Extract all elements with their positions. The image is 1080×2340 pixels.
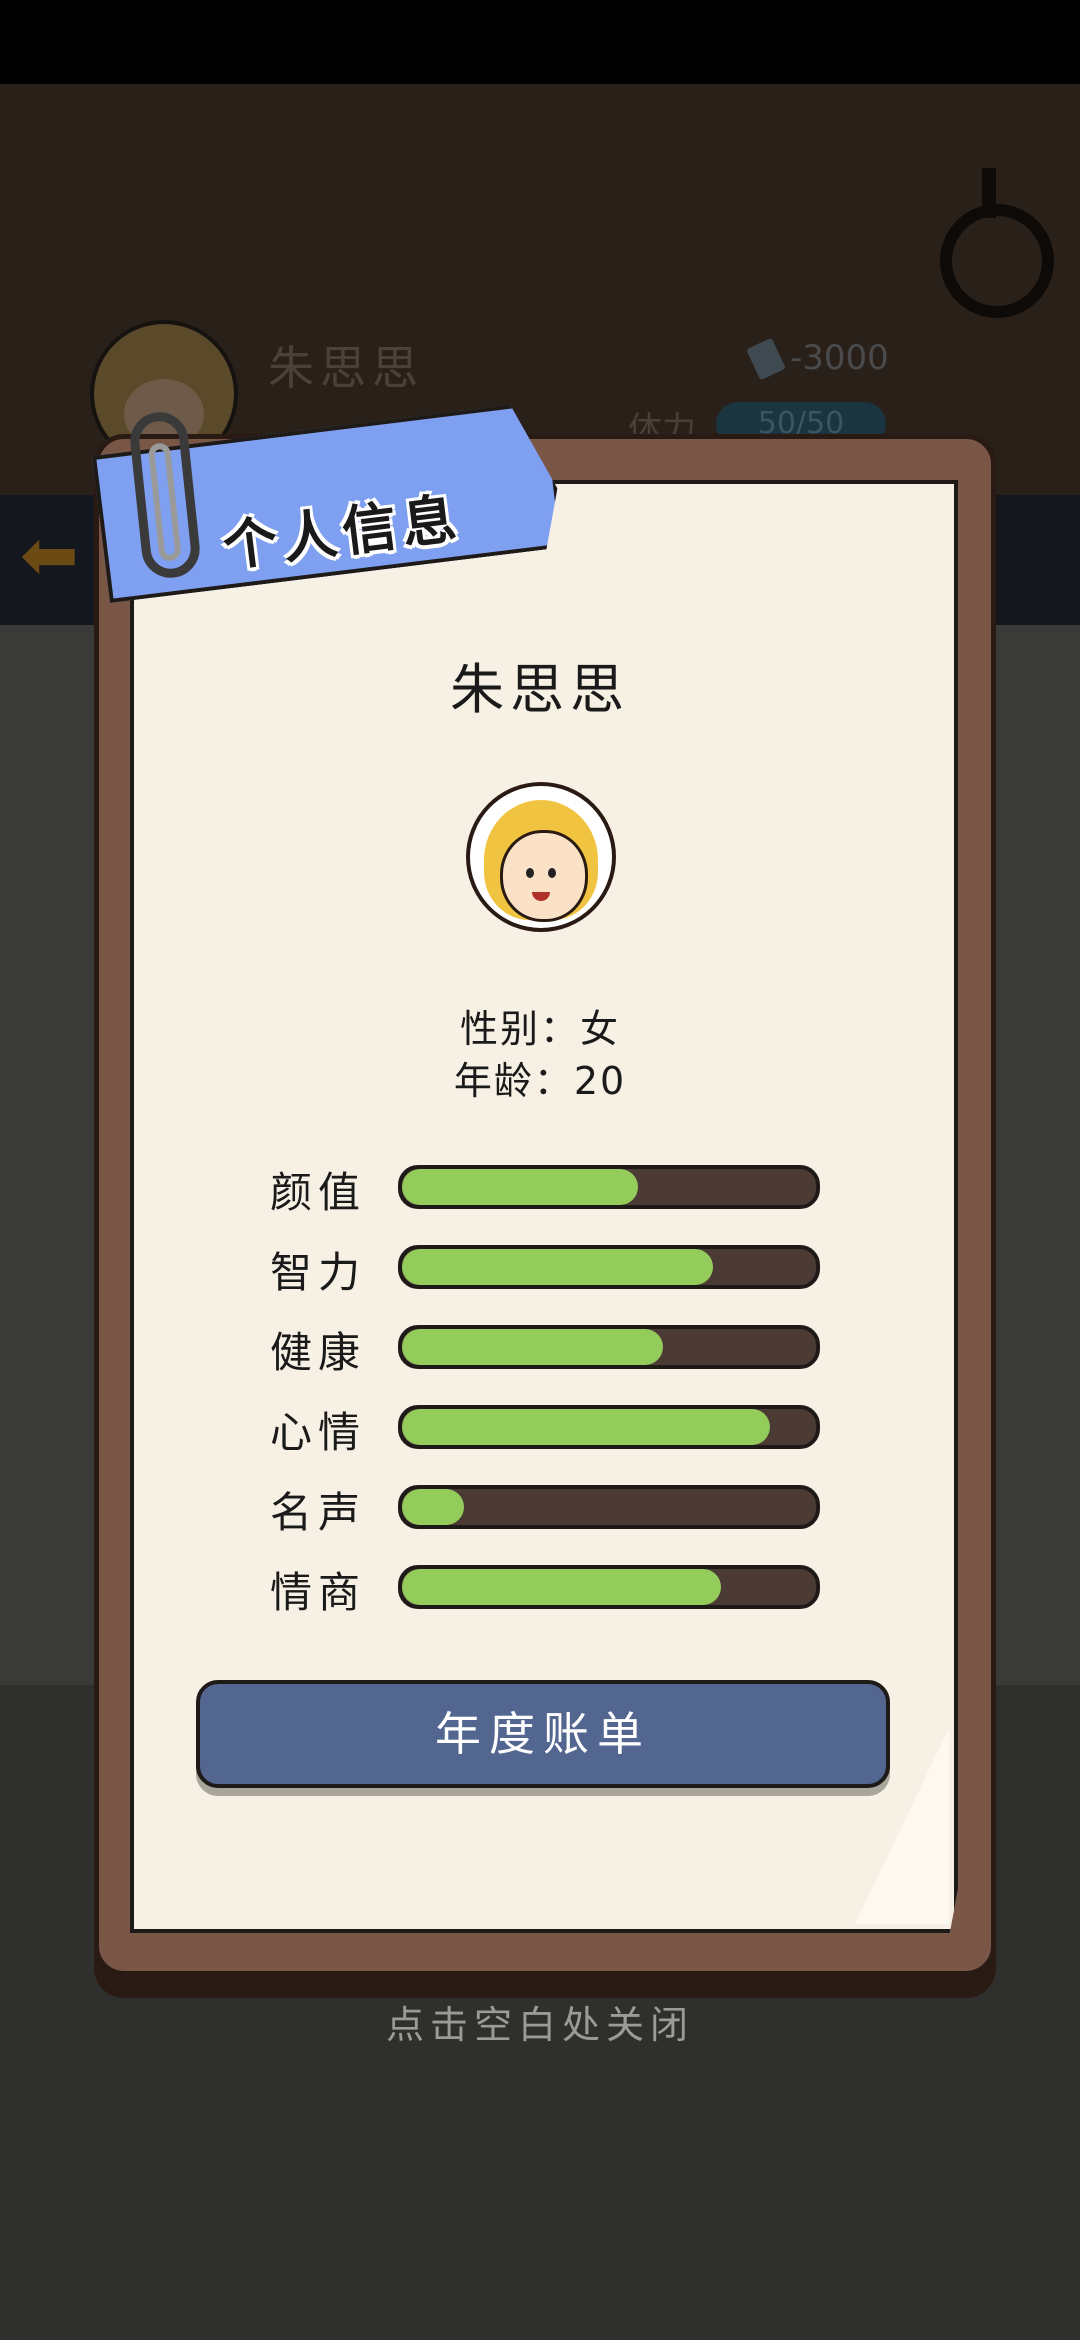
stat-bar-fill [402, 1169, 638, 1205]
avatar-face [500, 830, 588, 922]
stat-bar-fill [402, 1249, 713, 1285]
avatar-left-eye [526, 868, 534, 878]
stat-bar [398, 1165, 820, 1209]
stat-bar-fill [402, 1409, 771, 1445]
stat-label: 情商 [270, 1568, 367, 1617]
stat-bar [398, 1405, 820, 1449]
stat-bar-fill [402, 1329, 663, 1365]
back-arrow-icon: ⬅ [20, 514, 79, 596]
status-bar [0, 0, 1080, 84]
stat-label: 健康 [270, 1328, 367, 1377]
annual-report-button[interactable]: 年度账单 [196, 1680, 890, 1788]
character-name: 朱思思 [450, 658, 630, 721]
stat-bar [398, 1245, 820, 1289]
age-text: 年龄：20 [453, 1059, 627, 1103]
stat-bar-fill [402, 1489, 465, 1525]
stat-bar [398, 1325, 820, 1369]
stat-label: 颜值 [270, 1168, 367, 1217]
stat-label: 心情 [270, 1408, 367, 1457]
hang-ring-icon [940, 204, 1054, 318]
stat-bar [398, 1485, 820, 1529]
close-hint: 点击空白处关闭 [385, 2003, 694, 2047]
background-player-name: 朱思思 [268, 341, 424, 395]
stat-bar-fill [402, 1569, 721, 1605]
stat-label: 名声 [270, 1488, 367, 1537]
stat-label: 智力 [270, 1248, 367, 1297]
gender-text: 性别：女 [459, 1007, 620, 1051]
character-avatar [466, 782, 616, 932]
background-money: -3000 [790, 338, 889, 378]
avatar-right-eye [548, 868, 556, 878]
stat-bar [398, 1565, 820, 1609]
